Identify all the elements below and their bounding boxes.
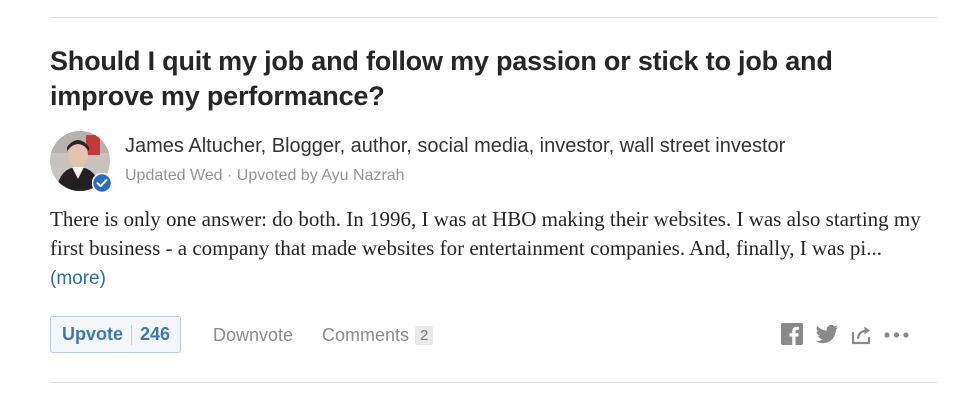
facebook-icon[interactable] xyxy=(780,322,804,351)
answer-text: There is only one answer: do both. In 19… xyxy=(50,205,930,293)
comments-label: Comments xyxy=(322,325,410,345)
verified-check-icon xyxy=(91,172,113,194)
comments-button[interactable]: Comments 2 xyxy=(322,325,434,346)
upvote-label: Upvote xyxy=(62,324,124,344)
answer-body: There is only one answer: do both. In 19… xyxy=(50,207,921,260)
upvote-button[interactable]: Upvote 246 xyxy=(50,316,182,353)
comments-count-badge: 2 xyxy=(415,326,434,345)
more-link[interactable]: (more) xyxy=(50,268,106,289)
author-avatar[interactable] xyxy=(50,131,113,194)
downvote-button[interactable]: Downvote xyxy=(213,325,293,346)
upvote-separator xyxy=(131,324,133,345)
bottom-divider xyxy=(50,382,938,383)
more-options-icon[interactable] xyxy=(882,322,912,351)
question-title[interactable]: Should I quit my job and follow my passi… xyxy=(50,44,930,114)
upvote-count: 246 xyxy=(140,324,171,344)
share-arrow-icon[interactable] xyxy=(850,322,874,351)
top-divider xyxy=(50,17,938,18)
author-credential[interactable]: James Altucher, Blogger, author, social … xyxy=(125,134,785,158)
twitter-icon[interactable] xyxy=(814,322,840,351)
answer-meta: Updated Wed · Upvoted by Ayu Nazrah xyxy=(125,167,405,184)
